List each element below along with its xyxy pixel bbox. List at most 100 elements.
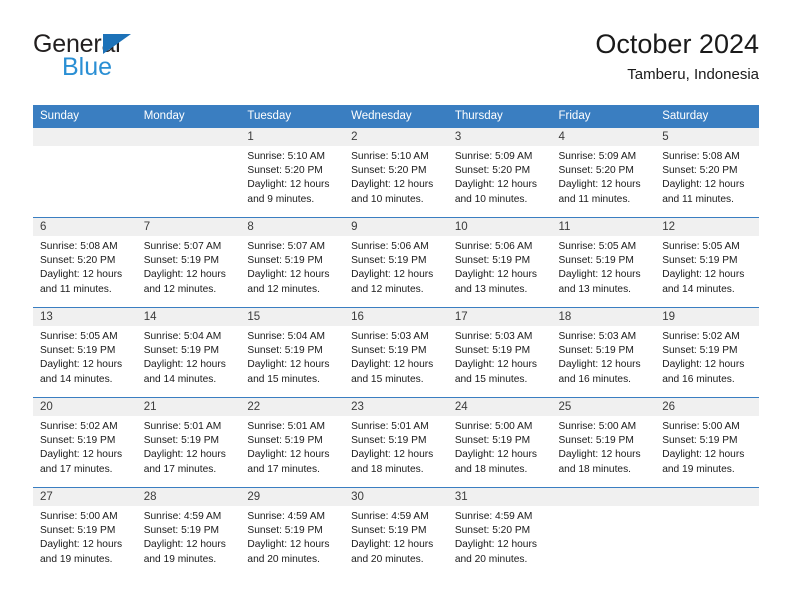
title-block: October 2024 Tamberu, Indonesia	[595, 29, 759, 83]
calendar-day-cell[interactable]: 31 Sunrise: 4:59 AM Sunset: 5:20 PM Dayligh…	[447, 487, 552, 578]
day-details: Sunrise: 4:59 AM Sunset: 5:20 PM Daylight:…	[448, 506, 552, 567]
calendar-day-cell[interactable]: 5 Sunrise: 5:08 AM Sunset: 5:20 PM Daylight…	[655, 127, 759, 218]
calendar-day-cell[interactable]: 22 Sunrise: 5:01 AM Sunset: 5:19 PM Dayligh…	[240, 397, 345, 488]
sunrise-text: Sunrise: 5:10 AM	[247, 151, 325, 162]
day-number: 20	[33, 398, 137, 416]
day-number: 24	[447, 398, 552, 416]
sunset-text: Sunset: 5:19 PM	[351, 435, 427, 447]
calendar-day-cell[interactable]: 23 Sunrise: 5:01 AM Sunset: 5:19 PM Dayligh…	[344, 397, 448, 488]
calendar-day-cell[interactable]: 1 Sunrise: 5:10 AM Sunset: 5:20 PM Daylight…	[240, 127, 345, 218]
calendar-day-cell[interactable]: 2 Sunrise: 5:10 AM Sunset: 5:20 PM Daylight…	[344, 127, 448, 218]
day-number: 9	[344, 218, 448, 236]
calendar-day-cell[interactable]: 24 Sunrise: 5:00 AM Sunset: 5:19 PM Dayligh…	[447, 397, 552, 488]
calendar-day-cell[interactable]: 20 Sunrise: 5:02 AM Sunset: 5:19 PM Dayligh…	[33, 397, 137, 488]
calendar-day-cell[interactable]: 26 Sunrise: 5:00 AM Sunset: 5:19 PM Dayligh…	[655, 397, 759, 488]
day-number: 21	[136, 398, 241, 416]
sunrise-text: Sunrise: 5:00 AM	[558, 421, 637, 432]
calendar-week-row: 13 Sunrise: 5:05 AM Sunset: 5:19 PM Dayligh…	[33, 307, 759, 398]
calendar-day-cell[interactable]: 18 Sunrise: 5:03 AM Sunset: 5:19 PM Dayligh…	[551, 307, 656, 398]
calendar-day-cell[interactable]: 9 Sunrise: 5:06 AM Sunset: 5:19 PM Daylight…	[344, 217, 448, 308]
daylight-text-line1: Daylight: 12 hours	[247, 269, 330, 281]
daylight-text-line2: and 17 minutes.	[247, 463, 320, 475]
weekday-header-thursday: Thursday	[447, 105, 552, 128]
daylight-text-line2: and 19 minutes.	[662, 463, 735, 475]
calendar-day-cell[interactable]: 7 Sunrise: 5:07 AM Sunset: 5:19 PM Daylight…	[136, 217, 241, 308]
daylight-text-line2: and 15 minutes.	[351, 373, 424, 385]
sunset-text: Sunset: 5:19 PM	[662, 435, 738, 447]
calendar-day-cell[interactable]: 19 Sunrise: 5:02 AM Sunset: 5:19 PM Dayligh…	[655, 307, 759, 398]
daylight-text-line2: and 17 minutes.	[40, 463, 113, 475]
sunset-text: Sunset: 5:19 PM	[662, 255, 738, 267]
calendar-week-row: 1 Sunrise: 5:10 AM Sunset: 5:20 PM Daylight…	[33, 127, 759, 218]
daylight-text-line1: Daylight: 12 hours	[247, 179, 330, 191]
calendar-week-row: 6 Sunrise: 5:08 AM Sunset: 5:20 PM Daylight…	[33, 217, 759, 308]
day-number: 4	[551, 128, 656, 146]
calendar-day-cell[interactable]: 14 Sunrise: 5:04 AM Sunset: 5:19 PM Dayligh…	[136, 307, 241, 398]
calendar-day-cell[interactable]: 29 Sunrise: 4:59 AM Sunset: 5:19 PM Dayligh…	[240, 487, 345, 578]
sunset-text: Sunset: 5:19 PM	[247, 345, 323, 357]
calendar-day-cell[interactable]: 8 Sunrise: 5:07 AM Sunset: 5:19 PM Daylight…	[240, 217, 345, 308]
sunrise-text: Sunrise: 5:07 AM	[247, 241, 325, 252]
sunset-text: Sunset: 5:19 PM	[247, 525, 323, 537]
day-number: 6	[33, 218, 137, 236]
sunset-text: Sunset: 5:19 PM	[247, 255, 323, 267]
day-details: Sunrise: 5:01 AM Sunset: 5:19 PM Daylight:…	[137, 416, 241, 477]
calendar-day-cell[interactable]: 27 Sunrise: 5:00 AM Sunset: 5:19 PM Dayligh…	[33, 487, 137, 578]
day-details: Sunrise: 5:00 AM Sunset: 5:19 PM Daylight:…	[552, 416, 656, 477]
sunset-text: Sunset: 5:19 PM	[40, 435, 116, 447]
sunrise-text: Sunrise: 5:07 AM	[143, 241, 222, 252]
day-number: 31	[447, 488, 552, 506]
calendar-day-cell[interactable]: 10 Sunrise: 5:06 AM Sunset: 5:19 PM Dayligh…	[447, 217, 552, 308]
weekday-header-monday: Monday	[136, 105, 241, 128]
calendar-day-cell[interactable]: 12 Sunrise: 5:05 AM Sunset: 5:19 PM Dayligh…	[655, 217, 759, 308]
day-details: Sunrise: 5:03 AM Sunset: 5:19 PM Daylight:…	[552, 326, 656, 387]
sunrise-text: Sunrise: 5:01 AM	[143, 421, 222, 432]
day-number	[655, 488, 759, 506]
sunrise-text: Sunrise: 5:01 AM	[247, 421, 325, 432]
weekday-header-wednesday: Wednesday	[344, 105, 448, 128]
calendar-day-cell[interactable]: 11 Sunrise: 5:05 AM Sunset: 5:19 PM Dayligh…	[551, 217, 656, 308]
calendar-day-cell[interactable]: 13 Sunrise: 5:05 AM Sunset: 5:19 PM Dayligh…	[33, 307, 137, 398]
logo-text-blue: Blue	[62, 53, 113, 81]
daylight-text-line1: Daylight: 12 hours	[454, 179, 537, 191]
calendar-day-cell[interactable]: 21 Sunrise: 5:01 AM Sunset: 5:19 PM Dayligh…	[136, 397, 241, 488]
weekday-header-sunday: Sunday	[33, 105, 137, 128]
sunset-text: Sunset: 5:19 PM	[558, 435, 634, 447]
daylight-text-line2: and 18 minutes.	[351, 463, 424, 475]
calendar-day-cell[interactable]: 16 Sunrise: 5:03 AM Sunset: 5:19 PM Dayligh…	[344, 307, 448, 398]
calendar-day-cell[interactable]: 4 Sunrise: 5:09 AM Sunset: 5:20 PM Daylight…	[551, 127, 656, 218]
day-details: Sunrise: 5:07 AM Sunset: 5:19 PM Daylight:…	[240, 236, 344, 297]
daylight-text-line1: Daylight: 12 hours	[351, 449, 434, 461]
sunset-text: Sunset: 5:19 PM	[454, 345, 531, 357]
daylight-text-line2: and 19 minutes.	[40, 553, 113, 565]
sunset-text: Sunset: 5:19 PM	[40, 345, 116, 357]
day-number: 25	[551, 398, 656, 416]
calendar-day-cell[interactable]: 17 Sunrise: 5:03 AM Sunset: 5:19 PM Dayligh…	[447, 307, 552, 398]
sunset-text: Sunset: 5:20 PM	[558, 165, 634, 177]
day-number: 15	[240, 308, 345, 326]
day-details: Sunrise: 5:00 AM Sunset: 5:19 PM Daylight:…	[33, 506, 137, 567]
calendar-day-cell[interactable]: 6 Sunrise: 5:08 AM Sunset: 5:20 PM Daylight…	[33, 217, 137, 308]
calendar-day-cell[interactable]: 25 Sunrise: 5:00 AM Sunset: 5:19 PM Dayligh…	[551, 397, 656, 488]
day-details: Sunrise: 5:03 AM Sunset: 5:19 PM Daylight:…	[344, 326, 448, 387]
daylight-text-line2: and 16 minutes.	[662, 373, 735, 385]
sunset-text: Sunset: 5:19 PM	[662, 345, 738, 357]
page-subtitle-location: Tamberu, Indonesia	[627, 65, 759, 83]
day-number: 26	[655, 398, 759, 416]
day-number: 11	[551, 218, 656, 236]
day-details: Sunrise: 5:01 AM Sunset: 5:19 PM Daylight:…	[344, 416, 448, 477]
daylight-text-line2: and 20 minutes.	[351, 553, 424, 565]
calendar-day-cell[interactable]: 3 Sunrise: 5:09 AM Sunset: 5:20 PM Daylight…	[447, 127, 552, 218]
calendar-day-cell-empty	[136, 127, 241, 218]
calendar-day-cell[interactable]: 30 Sunrise: 4:59 AM Sunset: 5:19 PM Dayligh…	[344, 487, 448, 578]
day-number: 19	[655, 308, 759, 326]
sunrise-text: Sunrise: 5:02 AM	[662, 331, 740, 342]
calendar-day-cell[interactable]: 15 Sunrise: 5:04 AM Sunset: 5:19 PM Dayligh…	[240, 307, 345, 398]
daylight-text-line1: Daylight: 12 hours	[143, 449, 226, 461]
daylight-text-line2: and 11 minutes.	[662, 193, 734, 205]
day-details: Sunrise: 5:00 AM Sunset: 5:19 PM Daylight:…	[448, 416, 552, 477]
calendar-day-cell[interactable]: 28 Sunrise: 4:59 AM Sunset: 5:19 PM Dayligh…	[136, 487, 241, 578]
calendar-grid: Sunday Monday Tuesday Wednesday Thursday…	[33, 105, 759, 578]
page-title: October 2024	[595, 29, 759, 59]
day-number: 7	[136, 218, 241, 236]
